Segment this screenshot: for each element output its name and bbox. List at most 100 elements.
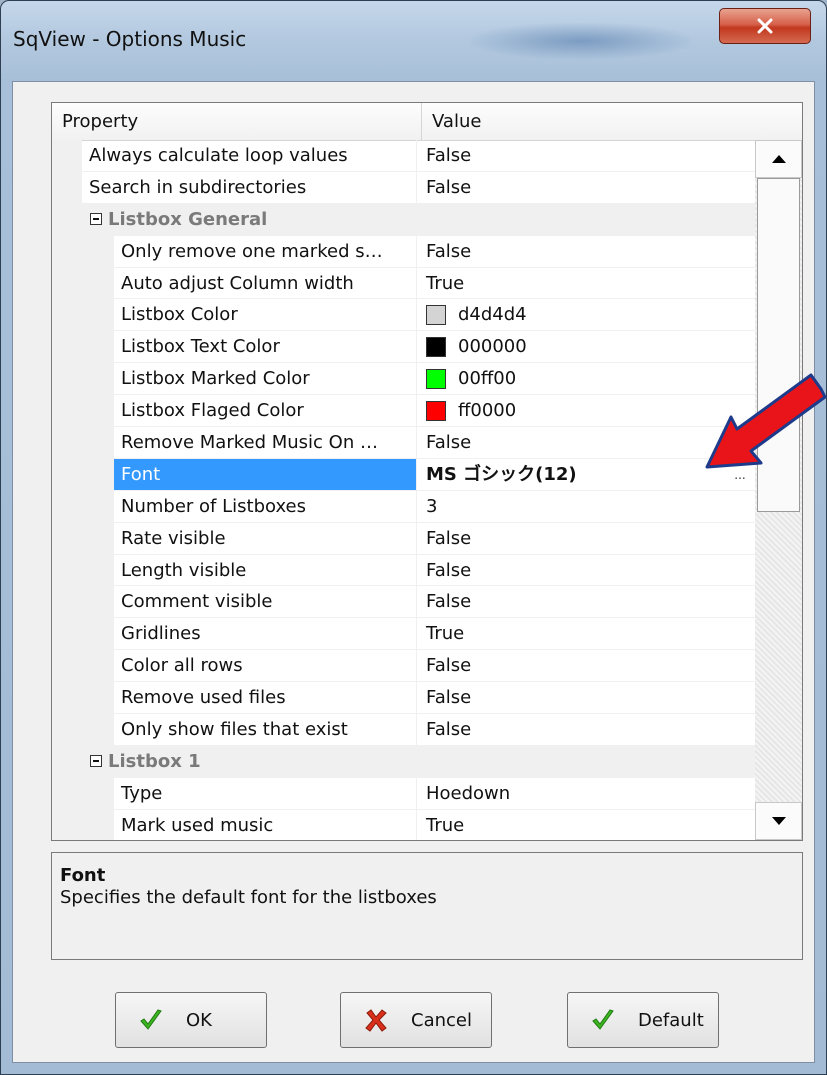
property-name: Listbox Flaged Color: [114, 395, 417, 427]
cancel-x-icon: [365, 1009, 387, 1032]
indent-gutter: [82, 363, 114, 395]
grid-header: Property Value: [52, 103, 802, 141]
row-margin: [52, 395, 82, 427]
arrow-down-icon: [771, 817, 786, 825]
property-name: Number of Listboxes: [114, 490, 417, 522]
category-row[interactable]: Listbox 1: [52, 745, 755, 778]
property-name: Comment visible: [114, 586, 417, 618]
indent-gutter: [82, 586, 114, 618]
property-row[interactable]: Remove Marked Music On … False: [52, 427, 755, 459]
row-margin: [52, 203, 82, 235]
property-row-selected[interactable]: Font MS ゴシック(12)...: [52, 458, 755, 491]
cancel-button[interactable]: Cancel: [340, 992, 492, 1048]
property-row[interactable]: Listbox Text Color 000000: [52, 331, 755, 364]
property-row[interactable]: Rate visible False: [52, 522, 755, 555]
property-name: Listbox Marked Color: [114, 363, 417, 395]
row-margin: [52, 650, 82, 682]
indent-gutter: [82, 777, 114, 809]
indent-gutter: [82, 331, 114, 363]
property-name: Listbox Color: [114, 299, 417, 331]
row-margin: [52, 745, 82, 777]
category-label: Listbox 1: [108, 750, 201, 772]
property-value[interactable]: Hoedown: [417, 778, 755, 809]
description-text: Specifies the default font for the listb…: [60, 887, 437, 908]
property-grid: Property Value Always calculate loop val…: [51, 102, 803, 841]
property-value[interactable]: False: [417, 714, 755, 745]
default-button[interactable]: Default: [567, 992, 719, 1048]
property-row[interactable]: Length visible False: [52, 554, 755, 587]
property-row[interactable]: Only show files that exist False: [52, 714, 755, 746]
indent-gutter: [82, 458, 114, 490]
property-value-text: True: [426, 272, 465, 294]
property-value[interactable]: 3: [417, 491, 755, 522]
row-margin: [52, 171, 82, 203]
property-row[interactable]: Gridlines True: [52, 618, 755, 651]
row-margin: [52, 267, 82, 299]
property-row[interactable]: Number of Listboxes 3: [52, 490, 755, 523]
row-margin: [52, 714, 82, 745]
property-row[interactable]: Always calculate loop values False: [52, 140, 755, 172]
property-value-text: True: [426, 623, 465, 645]
property-value-text: False: [426, 718, 472, 740]
property-row[interactable]: Auto adjust Column width True: [52, 267, 755, 300]
property-value[interactable]: d4d4d4: [417, 299, 755, 330]
property-row[interactable]: Search in subdirectories False: [52, 171, 755, 204]
property-value-text: d4d4d4: [458, 304, 527, 326]
category-row[interactable]: Listbox General: [52, 203, 755, 236]
property-value[interactable]: True: [417, 618, 755, 649]
property-row[interactable]: Listbox Color d4d4d4: [52, 299, 755, 332]
property-row[interactable]: Comment visible False: [52, 586, 755, 619]
checkmark-icon: [140, 1009, 162, 1030]
property-row[interactable]: Listbox Flaged Color ff0000: [52, 395, 755, 428]
property-value[interactable]: False: [417, 172, 755, 203]
row-margin: [52, 522, 82, 554]
row-margin: [52, 331, 82, 363]
title-bar[interactable]: SqView - Options Music: [1, 1, 826, 81]
row-margin: [52, 427, 82, 458]
property-value[interactable]: False: [417, 140, 755, 171]
scroll-up-button[interactable]: [755, 140, 802, 178]
property-rows: Always calculate loop values False Search …: [52, 140, 755, 840]
property-name: Font: [114, 458, 417, 490]
property-name: Only show files that exist: [114, 714, 417, 745]
description-panel: Font Specifies the default font for the …: [51, 852, 803, 960]
property-value[interactable]: True: [417, 810, 755, 840]
value-column-header[interactable]: Value: [422, 103, 802, 140]
property-value[interactable]: False: [417, 650, 755, 681]
property-value[interactable]: False: [417, 586, 755, 617]
indent-gutter: [82, 714, 114, 745]
row-margin: [52, 458, 82, 490]
arrow-up-icon: [771, 155, 786, 163]
property-name: Only remove one marked s…: [114, 235, 417, 267]
vertical-scrollbar[interactable]: [755, 140, 802, 840]
property-row[interactable]: Listbox Marked Color 00ff00: [52, 363, 755, 396]
ok-button-label: OK: [186, 1009, 212, 1031]
category-label: Listbox General: [108, 208, 268, 230]
property-value-text: False: [426, 176, 472, 198]
property-value[interactable]: False: [417, 555, 755, 586]
scroll-down-button[interactable]: [755, 802, 802, 840]
property-name: Always calculate loop values: [82, 140, 417, 171]
property-value[interactable]: False: [417, 523, 755, 554]
indent-gutter: [82, 490, 114, 522]
property-row[interactable]: Only remove one marked s… False: [52, 235, 755, 268]
property-value[interactable]: 000000: [417, 331, 755, 362]
dialog-client-area: Property Value Always calculate loop val…: [12, 81, 815, 1063]
indent-gutter: [82, 554, 114, 586]
ok-button[interactable]: OK: [115, 992, 267, 1048]
property-value[interactable]: False: [417, 236, 755, 267]
color-swatch: [426, 368, 446, 389]
property-value[interactable]: False: [417, 682, 755, 713]
property-row[interactable]: Remove used files False: [52, 682, 755, 715]
property-row[interactable]: Type Hoedown: [52, 777, 755, 810]
property-row[interactable]: Color all rows False: [52, 650, 755, 683]
collapse-toggle[interactable]: [82, 204, 102, 235]
collapse-toggle[interactable]: [82, 746, 102, 777]
row-margin: [52, 299, 82, 331]
window-title: SqView - Options Music: [13, 27, 247, 51]
property-row[interactable]: Mark used music True: [52, 809, 755, 840]
property-value[interactable]: True: [417, 268, 755, 299]
property-value-text: False: [426, 655, 472, 677]
property-column-header[interactable]: Property: [52, 103, 422, 140]
close-button[interactable]: [719, 8, 811, 44]
